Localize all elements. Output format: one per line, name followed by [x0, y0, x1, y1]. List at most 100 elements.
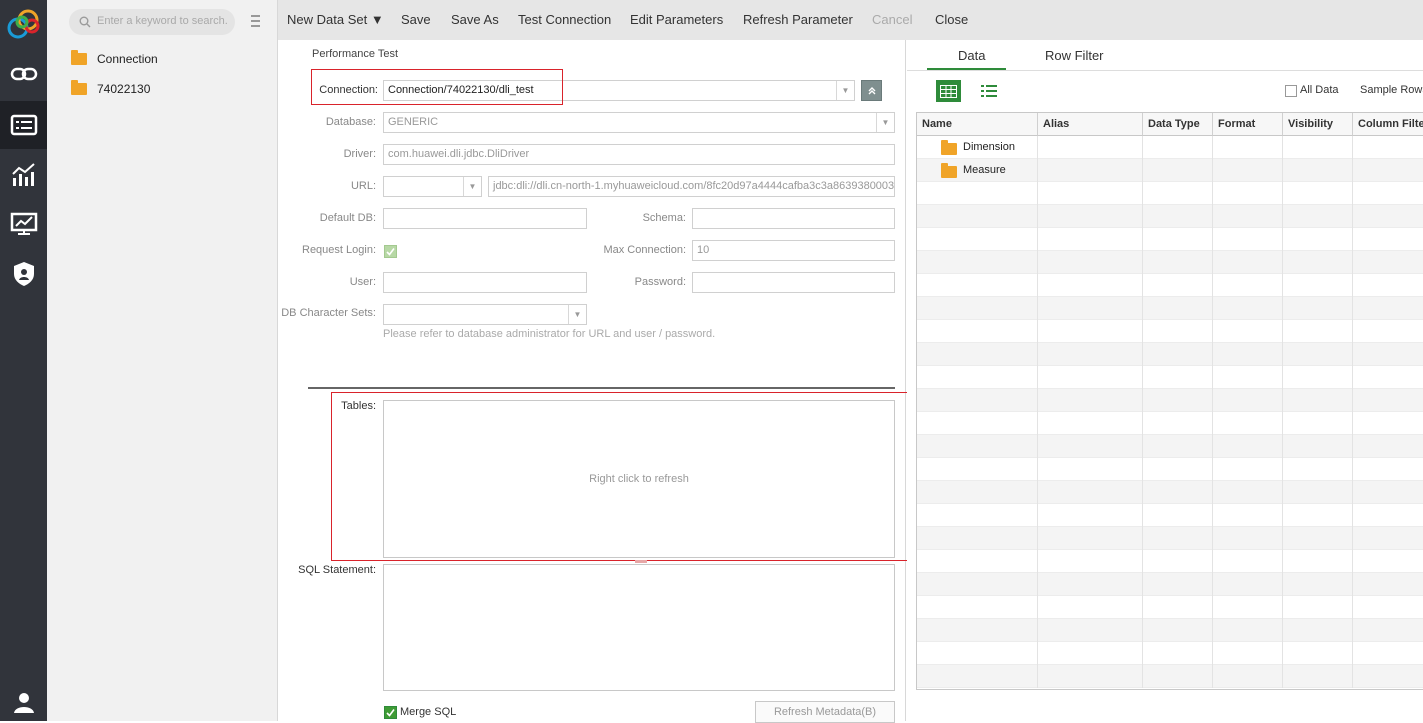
tab-data[interactable]: Data [958, 48, 985, 63]
table-row[interactable] [917, 665, 1423, 688]
table-row[interactable] [917, 504, 1423, 527]
table-cell [1353, 550, 1423, 573]
password-input[interactable] [692, 272, 895, 293]
hint-text: Please refer to database administrator f… [383, 328, 716, 340]
table-cell [1143, 320, 1213, 343]
max-connection-input[interactable]: 10 [692, 240, 895, 261]
grid-view-button[interactable] [936, 80, 961, 102]
save-button[interactable]: Save [401, 12, 431, 27]
table-cell [1213, 458, 1283, 481]
table-row[interactable] [917, 228, 1423, 251]
database-select[interactable]: GENERIC [383, 112, 895, 133]
tree-item-connection[interactable]: Connection [71, 49, 158, 69]
table-cell [917, 435, 1038, 458]
search-icon [79, 16, 91, 28]
user-input[interactable] [383, 272, 587, 293]
table-cell [1143, 619, 1213, 642]
table-row[interactable] [917, 619, 1423, 642]
table-row[interactable] [917, 412, 1423, 435]
sample-rows-button[interactable]: Sample Rows [1360, 84, 1423, 96]
default-db-input[interactable] [383, 208, 587, 229]
tab-row-filter[interactable]: Row Filter [1045, 48, 1104, 63]
chevron-down-icon[interactable]: ▼ [876, 113, 894, 132]
table-row[interactable] [917, 527, 1423, 550]
user-icon[interactable] [0, 683, 47, 721]
table-row[interactable] [917, 458, 1423, 481]
close-button[interactable]: Close [935, 12, 968, 27]
table-cell [1283, 320, 1353, 343]
table-row[interactable]: Dimension [917, 136, 1423, 159]
table-row[interactable] [917, 573, 1423, 596]
dataset-icon[interactable] [0, 101, 47, 149]
table-row[interactable] [917, 642, 1423, 665]
table-row[interactable] [917, 297, 1423, 320]
table-row[interactable] [917, 320, 1423, 343]
table-cell [1353, 481, 1423, 504]
table-cell [917, 366, 1038, 389]
table-cell [1213, 274, 1283, 297]
edit-parameters-button[interactable]: Edit Parameters [630, 12, 723, 27]
merge-sql-checkbox[interactable] [384, 706, 397, 719]
table-cell [1283, 136, 1353, 159]
new-data-set-button[interactable]: New Data Set ▼ [287, 12, 384, 27]
column-header-column-filter[interactable]: Column Filter [1353, 113, 1423, 136]
table-row[interactable] [917, 550, 1423, 573]
analysis-icon[interactable] [0, 151, 47, 199]
table-row[interactable]: Measure [917, 159, 1423, 182]
collapse-button[interactable] [861, 80, 882, 101]
table-row[interactable] [917, 596, 1423, 619]
table-row[interactable] [917, 435, 1423, 458]
list-view-button[interactable] [981, 84, 997, 101]
table-row[interactable] [917, 205, 1423, 228]
table-row[interactable] [917, 366, 1423, 389]
table-cell [1143, 159, 1213, 182]
all-data-checkbox[interactable] [1285, 85, 1297, 97]
table-row[interactable] [917, 389, 1423, 412]
list-view-icon [981, 85, 997, 97]
test-connection-button[interactable]: Test Connection [518, 12, 611, 27]
table-row[interactable] [917, 343, 1423, 366]
driver-input[interactable]: com.huawei.dli.jdbc.DliDriver [383, 144, 895, 165]
table-cell [1143, 481, 1213, 504]
table-cell [1143, 504, 1213, 527]
chevron-down-icon[interactable]: ▼ [836, 81, 854, 100]
link-icon[interactable] [0, 50, 47, 98]
column-header-data-type[interactable]: Data Type [1143, 113, 1213, 136]
column-header-format[interactable]: Format [1213, 113, 1283, 136]
schema-input[interactable] [692, 208, 895, 229]
resize-handle[interactable] [635, 560, 647, 563]
save-as-button[interactable]: Save As [451, 12, 499, 27]
table-row[interactable] [917, 274, 1423, 297]
column-header-visibility[interactable]: Visibility [1283, 113, 1353, 136]
table-cell [1143, 642, 1213, 665]
tree-item-74022130[interactable]: 74022130 [71, 79, 150, 99]
url-label: URL: [350, 180, 376, 192]
table-row[interactable] [917, 251, 1423, 274]
menu-icon[interactable] [251, 15, 260, 27]
column-header-alias[interactable]: Alias [1038, 113, 1143, 136]
request-login-checkbox[interactable] [384, 245, 397, 258]
chevron-down-icon[interactable]: ▼ [568, 305, 586, 324]
table-cell [1038, 228, 1143, 251]
request-login-label: Request Login: [302, 244, 376, 256]
refresh-parameter-button[interactable]: Refresh Parameter [743, 12, 853, 27]
url-input[interactable]: jdbc:dli://dli.cn-north-1.myhuaweicloud.… [488, 176, 895, 197]
table-row[interactable] [917, 481, 1423, 504]
table-row[interactable] [917, 182, 1423, 205]
table-cell [1283, 159, 1353, 182]
column-header-name[interactable]: Name [917, 113, 1038, 136]
chevron-down-icon[interactable]: ▼ [463, 177, 481, 196]
search-input[interactable]: Enter a keyword to search. [69, 9, 235, 35]
table-cell [1283, 366, 1353, 389]
cancel-button[interactable]: Cancel [872, 12, 912, 27]
refresh-metadata-button[interactable]: Refresh Metadata(B) [755, 701, 895, 723]
dashboard-icon[interactable] [0, 200, 47, 248]
dataset-form: Performance Test Connection: Connection/… [278, 40, 908, 723]
sql-statement-input[interactable] [383, 564, 895, 691]
table-cell [1143, 251, 1213, 274]
table-cell [1213, 297, 1283, 320]
table-cell [1038, 389, 1143, 412]
table-cell [1283, 619, 1353, 642]
charset-select[interactable] [383, 304, 587, 325]
shield-icon[interactable] [0, 250, 47, 298]
